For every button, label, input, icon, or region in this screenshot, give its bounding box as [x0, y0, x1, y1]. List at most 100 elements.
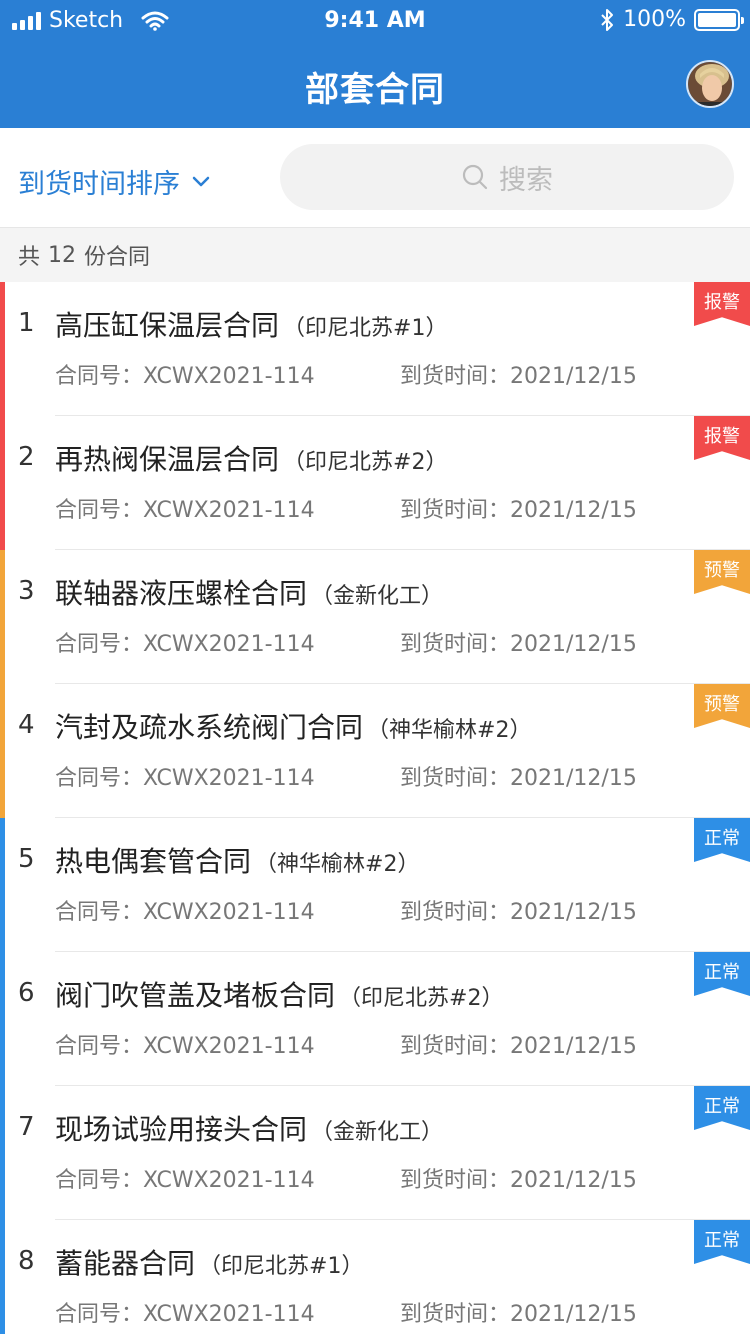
- status-bar-indicator: [0, 282, 5, 416]
- list-item[interactable]: 8 蓄能器合同 （印尼北苏#1） 合同号：XCWX2021-114 到货时间：20…: [0, 1220, 750, 1334]
- item-index: 1: [18, 308, 35, 338]
- arrival-date: 2021/12/15: [510, 766, 637, 791]
- status-badge: 正常: [694, 1086, 750, 1130]
- search-input[interactable]: 搜索: [280, 144, 734, 210]
- list-item[interactable]: 5 热电偶套管合同 （神华榆林#2） 合同号：XCWX2021-114 到货时间：…: [0, 818, 750, 952]
- count-suffix: 份合同: [84, 245, 151, 270]
- status-bar-indicator: [0, 416, 5, 550]
- contract-no-label: 合同号：: [55, 766, 144, 791]
- list-item[interactable]: 2 再热阀保温层合同 （印尼北苏#2） 合同号：XCWX2021-114 到货时间…: [0, 416, 750, 550]
- list-item[interactable]: 3 联轴器液压螺栓合同 （金新化工） 合同号：XCWX2021-114 到货时间：…: [0, 550, 750, 684]
- project-name: （印尼北苏#1）: [199, 1254, 364, 1279]
- arrival-label: 到货时间：: [400, 766, 511, 791]
- filter-bar: 到货时间排序 搜索: [0, 128, 750, 228]
- contract-name: 热电偶套管合同: [55, 845, 252, 878]
- count-value: 12: [48, 242, 77, 268]
- item-title: 现场试验用接头合同 （金新化工）: [55, 1108, 443, 1148]
- item-index: 5: [18, 844, 35, 874]
- status-bar-indicator: [0, 550, 5, 684]
- status-badge: 预警: [694, 550, 750, 594]
- status-right: 100%: [599, 7, 744, 32]
- project-name: （印尼北苏#2）: [339, 986, 504, 1011]
- contract-name: 高压缸保温层合同: [55, 309, 280, 342]
- status-bar-indicator: [0, 952, 5, 1086]
- project-name: （神华榆林#2）: [255, 852, 420, 877]
- chevron-down-icon: [192, 176, 210, 186]
- list-item[interactable]: 1 高压缸保温层合同 （印尼北苏#1） 合同号：XCWX2021-114 到货时间…: [0, 282, 750, 416]
- item-index: 3: [18, 576, 35, 606]
- arrival-label: 到货时间：: [400, 498, 511, 523]
- arrival-label: 到货时间：: [400, 900, 511, 925]
- item-title: 高压缸保温层合同 （印尼北苏#1）: [55, 304, 447, 344]
- status-badge: 正常: [694, 1220, 750, 1264]
- status-badge: 报警: [694, 282, 750, 326]
- contract-no: XCWX2021-114: [143, 364, 315, 389]
- contract-no: XCWX2021-114: [143, 498, 315, 523]
- contract-no: XCWX2021-114: [143, 1168, 315, 1193]
- project-name: （金新化工）: [311, 584, 444, 609]
- status-bar-indicator: [0, 1220, 5, 1334]
- sort-dropdown[interactable]: 到货时间排序: [18, 162, 210, 201]
- arrival-date: 2021/12/15: [510, 1034, 637, 1059]
- contract-name: 蓄能器合同: [55, 1247, 196, 1280]
- project-name: （印尼北苏#2）: [283, 450, 448, 475]
- page-title: 部套合同: [305, 70, 445, 110]
- contract-no-label: 合同号：: [55, 900, 144, 925]
- sort-label: 到货时间排序: [18, 169, 180, 200]
- contract-no-label: 合同号：: [55, 364, 144, 389]
- contract-no-label: 合同号：: [55, 1302, 144, 1327]
- contract-count: 共 12 份合同: [0, 228, 750, 282]
- item-index: 6: [18, 978, 35, 1008]
- battery-icon: [694, 8, 744, 31]
- item-index: 4: [18, 710, 35, 740]
- avatar[interactable]: [686, 60, 734, 108]
- count-prefix: 共: [18, 245, 41, 270]
- status-badge: 报警: [694, 416, 750, 460]
- bluetooth-icon: [601, 8, 614, 31]
- project-name: （神华榆林#2）: [367, 718, 532, 743]
- contract-no-label: 合同号：: [55, 1034, 144, 1059]
- item-index: 2: [18, 442, 35, 472]
- contract-no-label: 合同号：: [55, 1168, 144, 1193]
- contract-name: 现场试验用接头合同: [55, 1113, 308, 1146]
- item-title: 热电偶套管合同 （神华榆林#2）: [55, 840, 419, 880]
- arrival-date: 2021/12/15: [510, 1168, 637, 1193]
- contract-no-label: 合同号：: [55, 632, 144, 657]
- item-title: 阀门吹管盖及堵板合同 （印尼北苏#2）: [55, 974, 503, 1014]
- item-title: 汽封及疏水系统阀门合同 （神华榆林#2）: [55, 706, 531, 746]
- item-title: 联轴器液压螺栓合同 （金新化工）: [55, 572, 443, 612]
- item-index: 7: [18, 1112, 35, 1142]
- search-placeholder: 搜索: [499, 164, 553, 196]
- contract-no: XCWX2021-114: [143, 766, 315, 791]
- arrival-label: 到货时间：: [400, 1302, 511, 1327]
- contract-no: XCWX2021-114: [143, 1302, 315, 1327]
- contract-name: 联轴器液压螺栓合同: [55, 577, 308, 610]
- item-title: 再热阀保温层合同 （印尼北苏#2）: [55, 438, 447, 478]
- item-title: 蓄能器合同 （印尼北苏#1）: [55, 1242, 363, 1282]
- contract-no: XCWX2021-114: [143, 632, 315, 657]
- contract-name: 阀门吹管盖及堵板合同: [55, 979, 336, 1012]
- contract-name: 再热阀保温层合同: [55, 443, 280, 476]
- status-badge: 预警: [694, 684, 750, 728]
- status-bar-indicator: [0, 1086, 5, 1220]
- battery-percent: 100%: [623, 7, 686, 32]
- list-item[interactable]: 6 阀门吹管盖及堵板合同 （印尼北苏#2） 合同号：XCWX2021-114 到货…: [0, 952, 750, 1086]
- contract-no: XCWX2021-114: [143, 900, 315, 925]
- arrival-label: 到货时间：: [400, 1034, 511, 1059]
- contract-list: 1 高压缸保温层合同 （印尼北苏#1） 合同号：XCWX2021-114 到货时间…: [0, 282, 750, 1334]
- arrival-date: 2021/12/15: [510, 364, 637, 389]
- item-index: 8: [18, 1246, 35, 1276]
- status-badge: 正常: [694, 952, 750, 996]
- search-icon: [462, 164, 488, 190]
- list-item[interactable]: 4 汽封及疏水系统阀门合同 （神华榆林#2） 合同号：XCWX2021-114 到…: [0, 684, 750, 818]
- contract-name: 汽封及疏水系统阀门合同: [55, 711, 364, 744]
- arrival-date: 2021/12/15: [510, 900, 637, 925]
- arrival-label: 到货时间：: [400, 1168, 511, 1193]
- arrival-label: 到货时间：: [400, 632, 511, 657]
- arrival-date: 2021/12/15: [510, 498, 637, 523]
- list-item[interactable]: 7 现场试验用接头合同 （金新化工） 合同号：XCWX2021-114 到货时间：…: [0, 1086, 750, 1220]
- status-bar-indicator: [0, 684, 5, 818]
- status-bar-indicator: [0, 818, 5, 952]
- project-name: （金新化工）: [311, 1120, 444, 1145]
- arrival-date: 2021/12/15: [510, 632, 637, 657]
